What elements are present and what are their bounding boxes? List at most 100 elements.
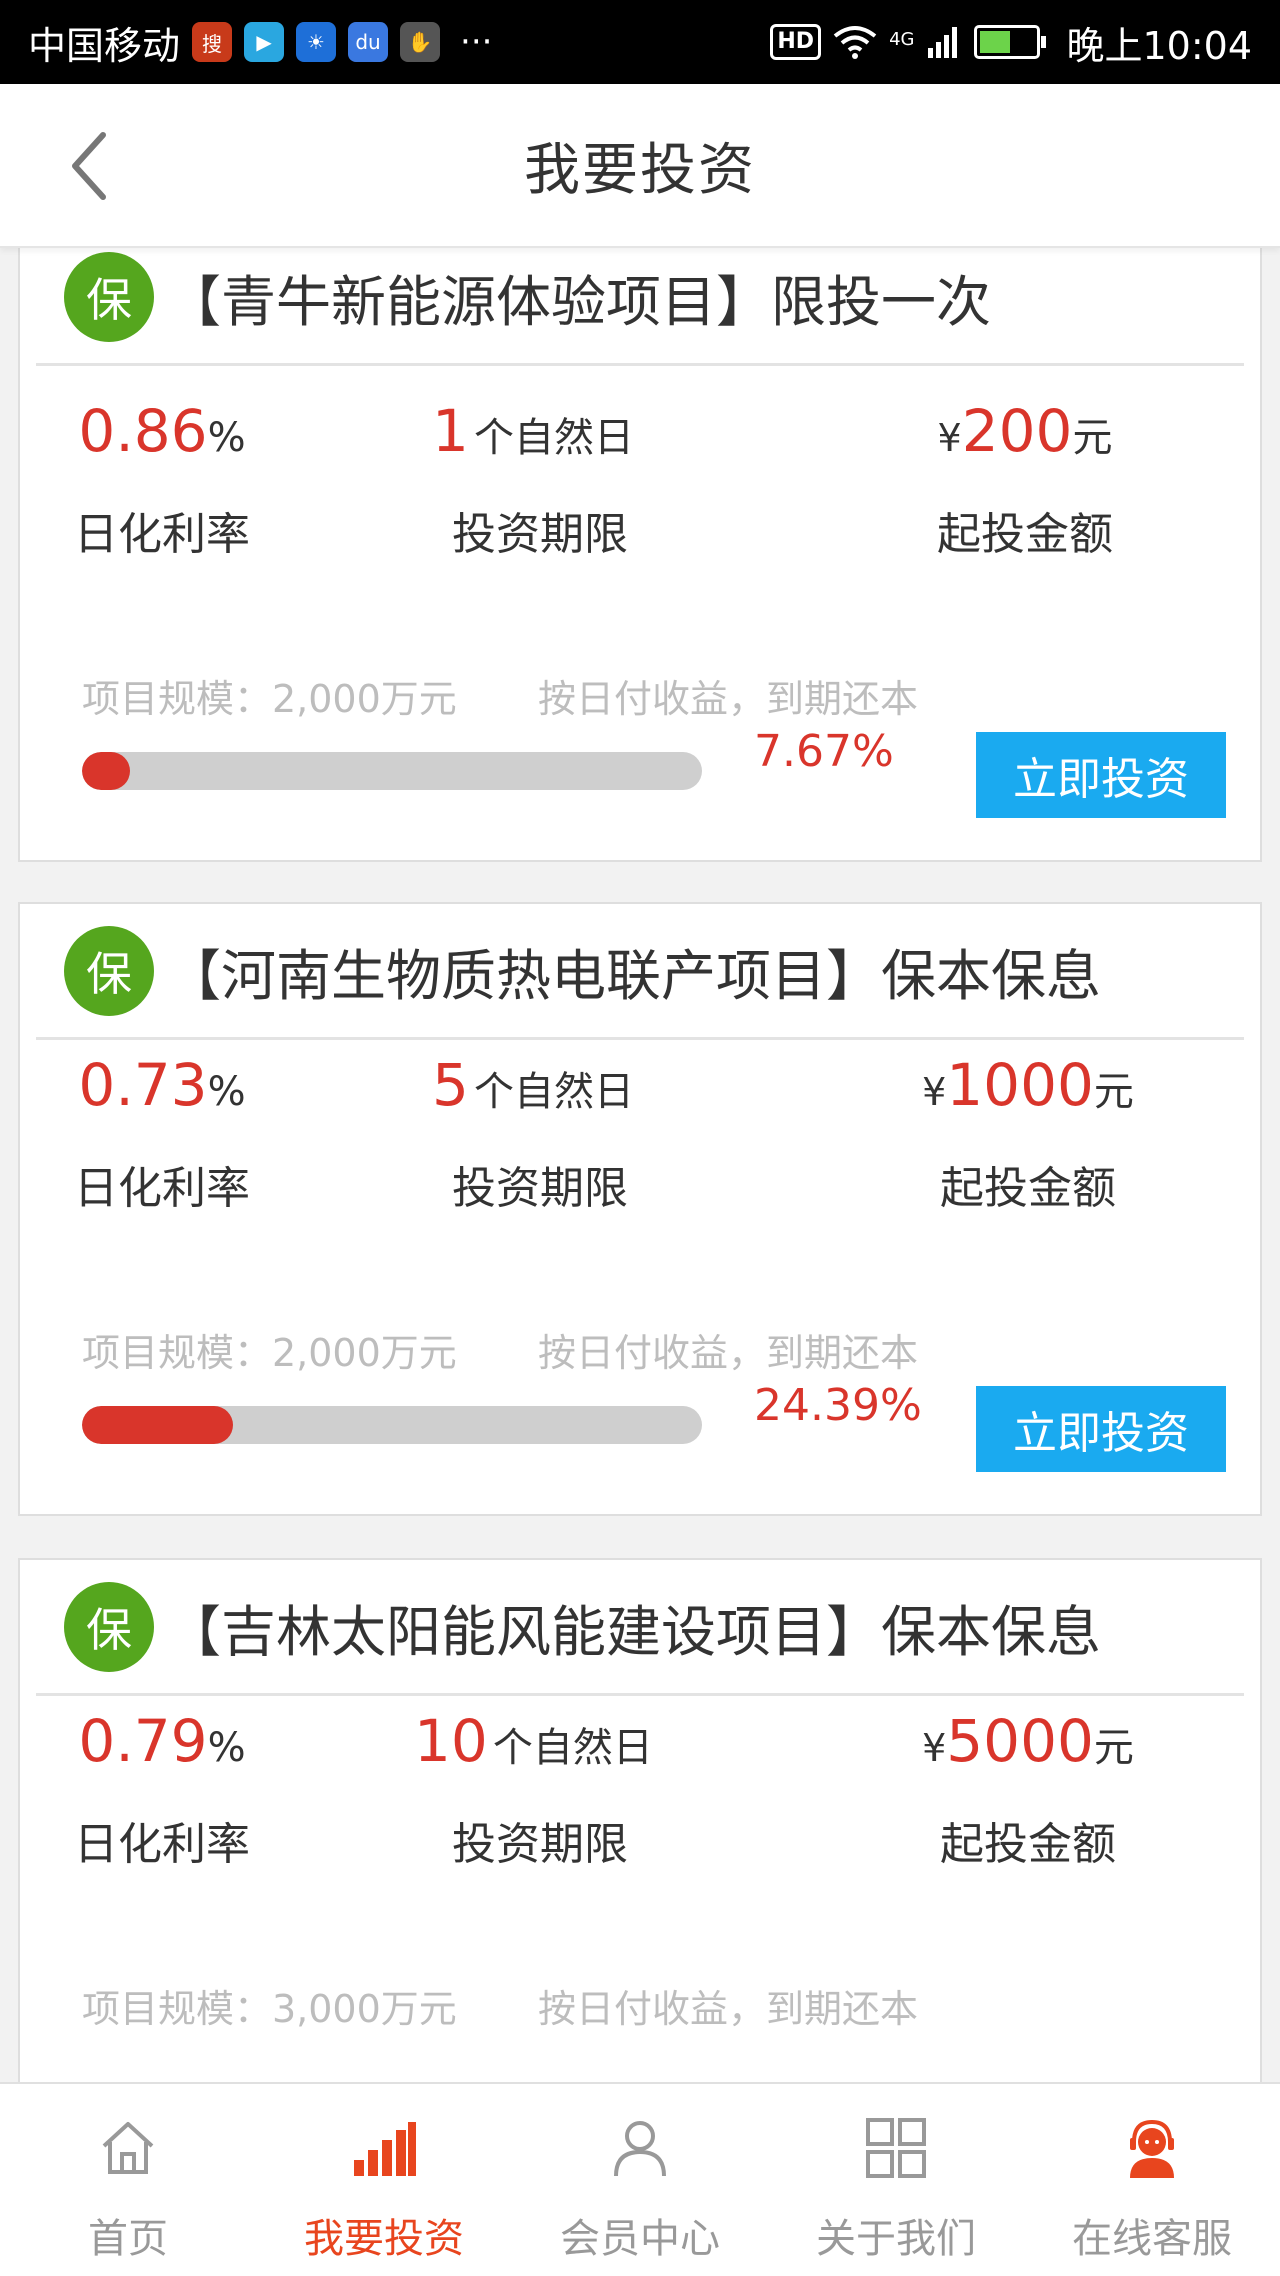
project-scale: 项目规模：3,000万元	[82, 1987, 457, 2031]
tab-member-center-label: 会员中心	[560, 2216, 720, 2262]
term-value: 5	[432, 1051, 469, 1119]
term-unit: 个自然日	[474, 1069, 634, 1115]
currency-symbol: ¥	[937, 416, 962, 460]
currency-symbol: ¥	[922, 1726, 947, 1770]
term-unit: 个自然日	[492, 1725, 653, 1771]
status-left: 中国移动 搜 ▶ ☀ du ✋ ···	[28, 15, 492, 70]
amount-value: 1000	[946, 1051, 1094, 1119]
amount-value: 200	[961, 397, 1073, 465]
page-header: 我要投资	[0, 84, 1280, 248]
project-scale: 项目规模：2,000万元	[82, 677, 457, 721]
project-title: 【青牛新能源体验项目】限投一次	[166, 269, 992, 334]
term-unit: 个自然日	[474, 415, 634, 461]
investment-term: 10 个自然日 投资期限	[380, 1706, 740, 1872]
amount-label: 起投金额	[940, 1819, 1116, 1870]
carrier-name: 中国移动	[28, 23, 181, 68]
daily-rate-unit: %	[207, 1069, 246, 1115]
tab-about-us-label: 关于我们	[816, 2216, 976, 2262]
chevron-left-icon	[72, 132, 106, 200]
daily-rate: 0.86% 日化利率	[62, 396, 262, 562]
project-title-row: 保 【吉林太阳能风能建设项目】保本保息	[36, 1560, 1244, 1696]
wifi-icon	[833, 26, 877, 59]
guarantee-badge: 保	[64, 251, 154, 342]
minimum-amount: ¥200元 起投金额	[900, 396, 1150, 562]
daily-rate-label: 日化利率	[74, 1819, 250, 1870]
progress-percent: 7.67%	[754, 726, 894, 777]
term-label: 投资期限	[452, 509, 628, 560]
term-value: 1	[432, 397, 469, 465]
more-notifications-icon: ···	[460, 22, 493, 62]
signal-icon	[928, 27, 958, 58]
minimum-amount: ¥5000元 起投金额	[888, 1706, 1168, 1872]
currency-symbol: ¥	[922, 1070, 947, 1114]
progress-fill	[82, 752, 130, 790]
term-value: 10	[414, 1707, 488, 1775]
progress-percent: 24.39%	[754, 1380, 922, 1431]
bottom-tab-bar: 首页 我要投资 会员中心 关于我们 在线客服	[0, 2082, 1280, 2276]
tab-invest[interactable]: 我要投资	[256, 2084, 512, 2276]
amount-value: 5000	[946, 1707, 1094, 1775]
term-label: 投资期限	[452, 1163, 628, 1214]
daily-rate-value: 0.79	[78, 1707, 208, 1775]
project-title: 【吉林太阳能风能建设项目】保本保息	[166, 1599, 1102, 1664]
baidu-app-icon: du	[348, 22, 389, 62]
guarantee-badge: 保	[64, 925, 154, 1016]
minimum-amount: ¥1000元 起投金额	[888, 1050, 1168, 1216]
investment-term: 5 个自然日 投资期限	[380, 1050, 740, 1216]
guarantee-badge: 保	[64, 1581, 154, 1672]
project-card[interactable]: 保 【河南生物质热电联产项目】保本保息 0.73% 日化利率 5 个自然日 投资…	[18, 902, 1262, 1516]
progress-bar	[82, 1406, 702, 1444]
tab-online-service[interactable]: 在线客服	[1024, 2084, 1280, 2276]
daily-rate-unit: %	[207, 415, 246, 461]
user-icon	[604, 2112, 676, 2184]
tab-member-center[interactable]: 会员中心	[512, 2084, 768, 2276]
bar-chart-icon	[348, 2112, 420, 2184]
amount-unit: 元	[1093, 1725, 1134, 1771]
project-title-row: 保 【河南生物质热电联产项目】保本保息	[36, 904, 1244, 1040]
network-type: 4G	[889, 28, 915, 50]
daily-rate-label: 日化利率	[74, 509, 250, 560]
project-title-row: 保 【青牛新能源体验项目】限投一次	[36, 248, 1244, 366]
tab-home-label: 首页	[88, 2216, 168, 2262]
tab-invest-label: 我要投资	[304, 2216, 464, 2262]
bulb-app-icon: ☀	[296, 22, 337, 62]
status-bar: 中国移动 搜 ▶ ☀ du ✋ ··· HD 4G 晚上10:04	[0, 0, 1280, 84]
home-icon	[92, 2112, 164, 2184]
video-app-icon: ▶	[244, 22, 285, 62]
tab-home[interactable]: 首页	[0, 2084, 256, 2276]
invest-now-button[interactable]: 立即投资	[976, 1386, 1226, 1472]
project-card[interactable]: 保 【青牛新能源体验项目】限投一次 0.86% 日化利率 1 个自然日 投资期限…	[18, 248, 1262, 862]
status-right: HD 4G 晚上10:04	[770, 15, 1252, 70]
battery-icon	[974, 25, 1047, 59]
tab-online-service-label: 在线客服	[1072, 2216, 1232, 2262]
grid-icon	[860, 2112, 932, 2184]
daily-rate: 0.73% 日化利率	[62, 1050, 262, 1216]
project-title: 【河南生物质热电联产项目】保本保息	[166, 943, 1102, 1008]
tab-about-us[interactable]: 关于我们	[768, 2084, 1024, 2276]
daily-rate-value: 0.86	[78, 397, 208, 465]
progress-fill	[82, 1406, 234, 1444]
hd-icon: HD	[770, 24, 822, 60]
progress-bar	[82, 752, 702, 790]
amount-label: 起投金额	[940, 1163, 1116, 1214]
repayment-method: 按日付收益，到期还本	[538, 1331, 919, 1375]
project-card[interactable]: 保 【吉林太阳能风能建设项目】保本保息 0.79% 日化利率 10 个自然日 投…	[18, 1558, 1262, 2082]
customer-service-icon	[1116, 2112, 1188, 2184]
amount-unit: 元	[1072, 415, 1113, 461]
amount-unit: 元	[1093, 1069, 1134, 1115]
sohu-app-icon: 搜	[192, 22, 233, 62]
daily-rate: 0.79% 日化利率	[62, 1706, 262, 1872]
page-title: 我要投资	[524, 137, 756, 203]
repayment-method: 按日付收益，到期还本	[538, 1987, 919, 2031]
hand-app-icon: ✋	[400, 22, 441, 62]
back-button[interactable]	[54, 126, 124, 206]
term-label: 投资期限	[452, 1819, 628, 1870]
project-list[interactable]: 保 【青牛新能源体验项目】限投一次 0.86% 日化利率 1 个自然日 投资期限…	[0, 248, 1280, 2082]
daily-rate-value: 0.73	[78, 1051, 208, 1119]
invest-now-button[interactable]: 立即投资	[976, 732, 1226, 818]
daily-rate-unit: %	[207, 1725, 246, 1771]
daily-rate-label: 日化利率	[74, 1163, 250, 1214]
investment-term: 1 个自然日 投资期限	[380, 396, 740, 562]
project-scale: 项目规模：2,000万元	[82, 1331, 457, 1375]
clock: 晚上10:04	[1066, 23, 1252, 68]
